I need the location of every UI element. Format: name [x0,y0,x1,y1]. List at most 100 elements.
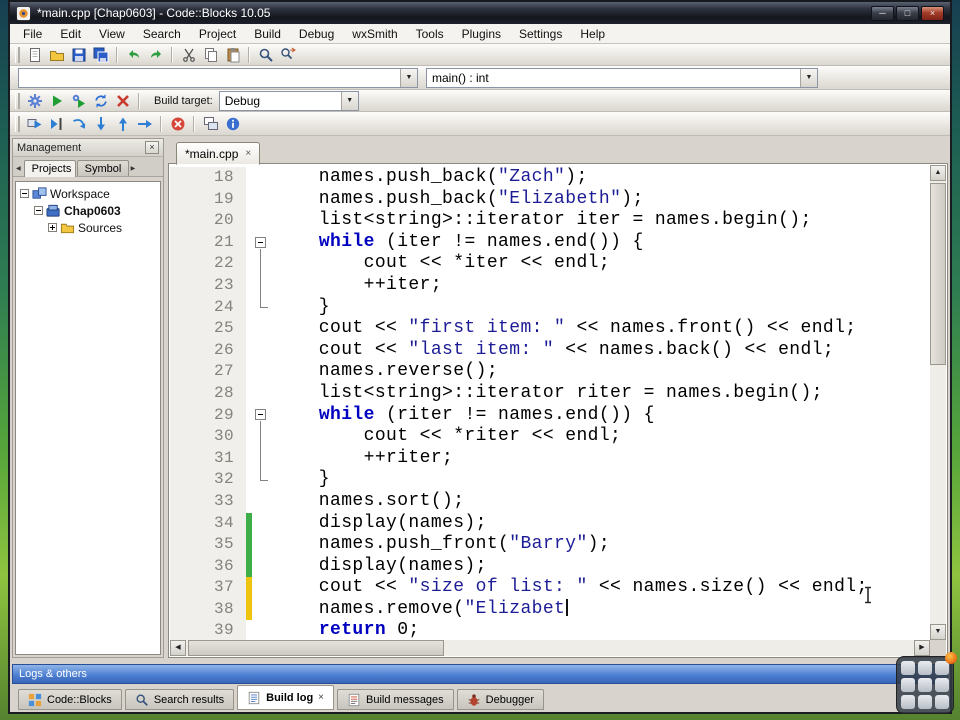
menu-item-wxsmith[interactable]: wxSmith [343,24,406,44]
editor-vertical-scrollbar[interactable]: ▲ ▼ [930,165,946,640]
save-icon[interactable] [68,44,89,65]
menu-item-debug[interactable]: Debug [290,24,343,44]
code-line-25[interactable]: 25 cout << "first item: " << names.front… [170,318,930,340]
scroll-down-icon[interactable]: ▼ [930,624,946,640]
menu-item-file[interactable]: File [14,24,51,44]
maximize-button[interactable]: □ [896,5,919,21]
toolbar-grip[interactable] [15,92,20,109]
close-button[interactable]: × [921,5,944,21]
collapse-icon[interactable] [20,189,29,198]
code-line-34[interactable]: 34 display(names); [170,512,930,535]
save-all-icon[interactable] [90,44,111,65]
management-close-icon[interactable]: × [145,141,159,154]
redo-icon[interactable] [145,44,166,65]
paste-icon[interactable] [222,44,243,65]
menu-item-project[interactable]: Project [190,24,245,44]
code-lines[interactable]: 18 names.push_back("Zach"); 19 names.push… [170,165,930,640]
menu-item-tools[interactable]: Tools [407,24,453,44]
vertical-scrollbar-thumb[interactable] [930,183,946,365]
new-file-icon[interactable] [24,44,45,65]
stop-debugger-icon[interactable] [167,113,188,134]
tree-item-workspace[interactable]: Workspace [16,185,160,202]
code-line-29[interactable]: 29 while (riter != names.end()) { [170,404,930,427]
toolbar-grip[interactable] [15,46,20,63]
code-line-35[interactable]: 35 names.push_front("Barry"); [170,534,930,556]
menu-item-settings[interactable]: Settings [510,24,571,44]
cut-icon[interactable] [178,44,199,65]
next-instruction-icon[interactable] [134,113,155,134]
code-line-26[interactable]: 26 cout << "last item: " << names.back()… [170,339,930,362]
menu-item-search[interactable]: Search [134,24,190,44]
code-line-22[interactable]: 22 cout << *iter << endl; [170,253,930,275]
desktop-gadget[interactable] [896,652,957,714]
fold-collapse-icon[interactable] [252,232,270,254]
code-line-30[interactable]: 30 cout << *riter << endl; [170,426,930,448]
logs-tab-debugger[interactable]: Debugger [456,689,544,710]
logs-tab-search-results[interactable]: Search results [124,689,235,710]
open-file-icon[interactable] [46,44,67,65]
logs-tab-close-icon[interactable]: × [318,692,324,703]
step-into-icon[interactable] [90,113,111,134]
debugging-windows-icon[interactable] [200,113,221,134]
tree-item-sources[interactable]: Sources [16,219,160,236]
menu-item-view[interactable]: View [90,24,134,44]
rebuild-icon[interactable] [90,90,111,111]
code-line-20[interactable]: 20 list<string>::iterator iter = names.b… [170,210,930,232]
copy-icon[interactable] [200,44,221,65]
code-line-36[interactable]: 36 display(names); [170,555,930,578]
undo-icon[interactable] [123,44,144,65]
abort-icon[interactable] [112,90,133,111]
toolbar-grip[interactable] [15,115,20,132]
fold-collapse-icon[interactable] [252,405,270,427]
step-out-icon[interactable] [112,113,133,134]
management-tab-symbol[interactable]: Symbol [76,160,129,176]
scroll-left-icon[interactable]: ◀ [170,640,186,656]
build-target-combo[interactable]: Debug ▼ [218,90,359,111]
code-line-37[interactable]: 37 cout << "size of list: " << names.siz… [170,577,930,599]
code-line-24[interactable]: 24 } [170,296,930,319]
menu-item-plugins[interactable]: Plugins [453,24,510,44]
code-line-38[interactable]: 38 names.remove("Elizabet [170,598,930,621]
logs-tab-build-messages[interactable]: Build messages [337,689,454,710]
code-completion-scope-combo[interactable]: ▼ [18,67,418,88]
next-line-icon[interactable] [68,113,89,134]
various-info-icon[interactable] [222,113,243,134]
dropdown-arrow-icon[interactable]: ▼ [340,91,358,110]
menu-item-build[interactable]: Build [245,24,290,44]
logs-panel-header[interactable]: Logs & others × [12,664,948,684]
code-line-33[interactable]: 33 names.sort(); [170,490,930,513]
code-line-23[interactable]: 23 ++iter; [170,274,930,297]
code-line-28[interactable]: 28 list<string>::iterator riter = names.… [170,382,930,405]
editor-horizontal-scrollbar[interactable]: ◀ ▶ [170,640,930,656]
replace-icon[interactable] [277,44,298,65]
tab-scroll-left-icon[interactable]: ◀ [15,165,23,176]
code-line-18[interactable]: 18 names.push_back("Zach"); [170,167,930,189]
scroll-up-icon[interactable]: ▲ [930,165,946,181]
run-to-cursor-icon[interactable] [46,113,67,134]
scroll-right-icon[interactable]: ▶ [914,640,930,656]
logs-tab-build-log[interactable]: Build log × [237,685,335,710]
run-icon[interactable] [46,90,67,111]
collapse-icon[interactable] [34,206,43,215]
tab-scroll-right-icon[interactable]: ▶ [130,165,138,176]
code-line-27[interactable]: 27 names.reverse(); [170,361,930,383]
editor-tab-close-icon[interactable]: × [245,148,251,159]
symbol-combo[interactable]: main() : int ▼ [426,67,818,88]
find-icon[interactable] [255,44,276,65]
code-line-32[interactable]: 32 } [170,469,930,491]
management-tab-projects[interactable]: Projects [23,160,76,177]
code-line-21[interactable]: 21 while (iter != names.end()) { [170,231,930,254]
code-line-19[interactable]: 19 names.push_back("Elizabeth"); [170,188,930,211]
tree-item-chap0603[interactable]: Chap0603 [16,202,160,219]
horizontal-scrollbar-thumb[interactable] [188,640,444,656]
editor-tab-main-cpp[interactable]: *main.cpp × [176,142,261,165]
dropdown-arrow-icon[interactable]: ▼ [800,68,817,87]
expand-icon[interactable] [48,223,57,232]
logs-tab-code-blocks[interactable]: Code::Blocks [18,689,122,710]
build-and-run-icon[interactable] [68,90,89,111]
menu-item-help[interactable]: Help [571,24,614,44]
code-line-39[interactable]: 39 return 0; [170,620,930,640]
code-line-31[interactable]: 31 ++riter; [170,447,930,470]
title-bar[interactable]: *main.cpp [Chap0603] - Code::Blocks 10.0… [10,2,950,24]
debug-continue-icon[interactable] [24,113,45,134]
